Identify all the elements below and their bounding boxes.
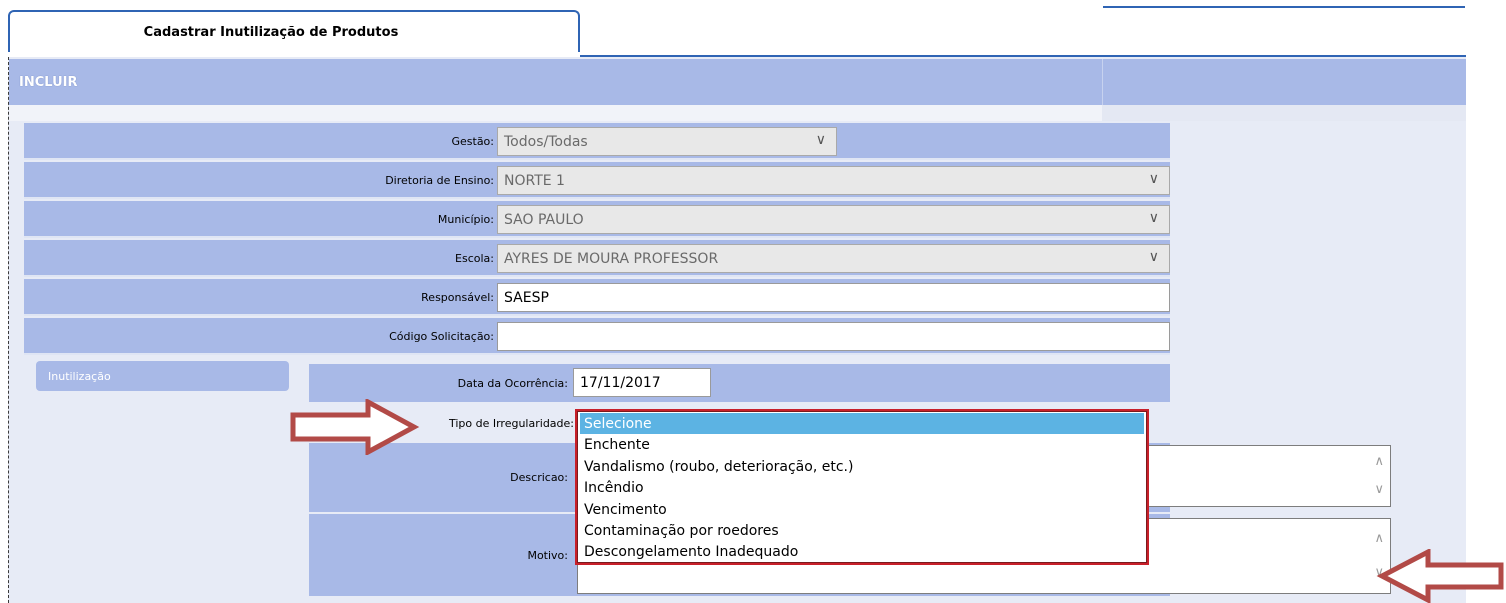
diretoria-label: Diretoria de Ensino:	[385, 174, 494, 187]
codigo-input[interactable]	[497, 322, 1170, 351]
dropdown-option[interactable]: Vandalismo (roubo, deterioração, etc.)	[580, 456, 1144, 477]
motivo-label: Motivo:	[527, 548, 568, 562]
arrow-annotation-icon	[290, 399, 420, 455]
data-ocorrencia-input[interactable]: 17/11/2017	[573, 368, 711, 397]
dropdown-option[interactable]: Descongelamento Inadequado	[580, 541, 1144, 562]
diretoria-select[interactable]: NORTE 1 ∨	[497, 166, 1170, 195]
panel-spacer-right	[1102, 105, 1466, 121]
gestao-value: Todos/Todas	[504, 133, 588, 150]
panel-title: INCLUIR	[19, 74, 78, 90]
responsavel-value: SAESP	[504, 289, 549, 306]
row-data-ocorrencia: Data da Ocorrência: 17/11/2017	[309, 364, 1170, 402]
tab-cadastrar-inutilizacao[interactable]: Cadastrar Inutilização de Produtos	[8, 10, 580, 52]
chevron-down-icon: ∨	[815, 132, 826, 148]
dropdown-option[interactable]: Contaminação por roedores	[580, 520, 1144, 541]
row-gestao: Gestão: Todos/Todas ∨	[24, 123, 1170, 160]
panel-header: INCLUIR	[9, 59, 1466, 105]
sidebar-item-inutilizacao[interactable]: Inutilização	[36, 361, 289, 391]
responsavel-input[interactable]: SAESP	[497, 283, 1170, 312]
escola-select[interactable]: AYRES DE MOURA PROFESSOR ∨	[497, 244, 1170, 273]
row-codigo-solicitacao: Código Solicitação:	[24, 318, 1170, 355]
codigo-label: Código Solicitação:	[389, 330, 494, 343]
chevron-down-icon[interactable]: ∨	[1374, 482, 1384, 497]
row-escola: Escola: AYRES DE MOURA PROFESSOR ∨	[24, 240, 1170, 277]
arrow-annotation-icon	[1376, 549, 1504, 603]
municipio-value: SAO PAULO	[504, 211, 584, 228]
municipio-select[interactable]: SAO PAULO ∨	[497, 205, 1170, 234]
municipio-label: Município:	[437, 213, 494, 226]
sidebar-item-label: Inutilização	[48, 369, 111, 383]
tab-label: Cadastrar Inutilização de Produtos	[143, 24, 399, 40]
chevron-up-icon[interactable]: ∧	[1374, 454, 1384, 469]
row-diretoria: Diretoria de Ensino: NORTE 1 ∨	[24, 162, 1170, 199]
chevron-up-icon[interactable]: ∧	[1374, 531, 1384, 546]
diretoria-value: NORTE 1	[504, 172, 565, 189]
row-responsavel: Responsável: SAESP	[24, 279, 1170, 316]
gestao-label: Gestão:	[451, 135, 494, 148]
dropdown-option[interactable]: Enchente	[580, 434, 1144, 455]
header-divider	[1102, 59, 1103, 105]
gestao-select[interactable]: Todos/Todas ∨	[497, 127, 837, 156]
data-ocorrencia-value: 17/11/2017	[580, 374, 661, 391]
data-ocorrencia-label: Data da Ocorrência:	[457, 376, 568, 390]
tab-strip-top-line	[1103, 6, 1465, 8]
escola-value: AYRES DE MOURA PROFESSOR	[504, 250, 719, 267]
chevron-down-icon: ∨	[1148, 210, 1159, 226]
escola-label: Escola:	[455, 252, 494, 265]
dropdown-option[interactable]: Vencimento	[580, 499, 1144, 520]
row-municipio: Município: SAO PAULO ∨	[24, 201, 1170, 238]
dropdown-option[interactable]: Incêndio	[580, 477, 1144, 498]
responsavel-label: Responsável:	[421, 291, 494, 304]
chevron-down-icon: ∨	[1148, 171, 1159, 187]
tipo-irregularidade-dropdown[interactable]: Selecione Enchente Vandalismo (roubo, de…	[575, 409, 1149, 565]
chevron-down-icon: ∨	[1148, 249, 1159, 265]
dropdown-option[interactable]: Selecione	[580, 413, 1144, 434]
